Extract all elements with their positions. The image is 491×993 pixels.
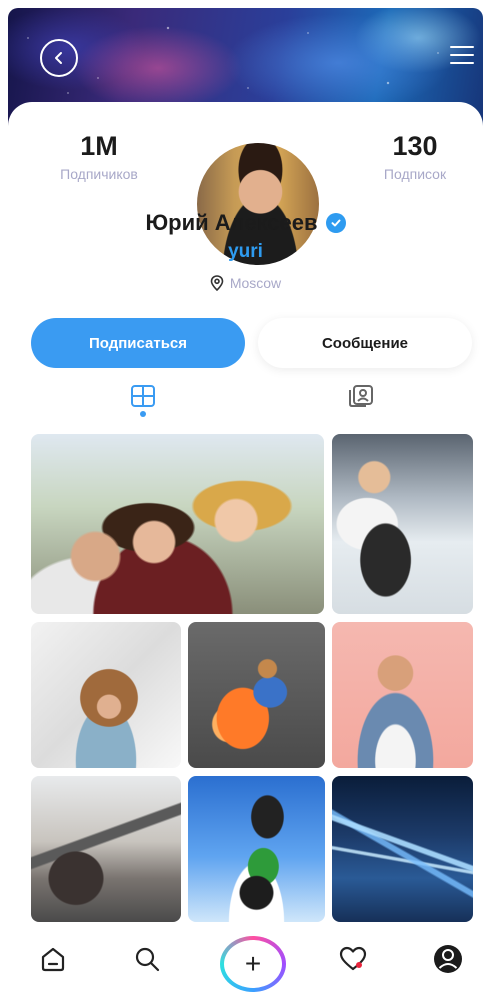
photo-snowboarder[interactable] (332, 434, 473, 614)
menu-icon-line (450, 54, 474, 56)
photo-bike-bridge[interactable] (31, 776, 181, 922)
grid-icon (131, 385, 155, 407)
chevron-left-icon (55, 52, 62, 64)
tab-tagged[interactable] (348, 384, 374, 414)
photo-motocross[interactable] (188, 776, 325, 922)
menu-icon (450, 46, 474, 48)
nav-profile[interactable] (433, 944, 463, 974)
photo-jumping-man[interactable] (188, 622, 325, 768)
followers-label: Подпичиков (60, 166, 138, 182)
message-button[interactable]: Сообщение (258, 318, 472, 368)
active-tab-indicator (140, 411, 146, 417)
profile-username: yuri (228, 241, 263, 262)
add-post-button[interactable]: + (220, 936, 286, 992)
following-count: 130 (392, 131, 438, 161)
photo-city-lights[interactable] (332, 776, 473, 922)
location-row: Moscow (0, 275, 491, 291)
following-label: Подписок (383, 166, 447, 182)
photo-pointing-man[interactable] (332, 622, 473, 768)
location-pin-icon (210, 275, 224, 291)
add-icon: + (224, 940, 282, 988)
followers-count: 1M (80, 131, 118, 161)
photo-group-selfie[interactable] (31, 434, 324, 614)
search-icon (135, 947, 160, 972)
tagged-photos-icon (349, 385, 373, 407)
photo-laughing-woman[interactable] (31, 622, 181, 768)
subscribe-button[interactable]: Подписаться (31, 318, 245, 368)
verified-badge-icon (325, 213, 346, 233)
name-row: Юрий Алексеев (0, 210, 491, 236)
nav-activity[interactable] (338, 944, 368, 974)
following-stat[interactable]: 130 Подписок (355, 130, 475, 182)
nav-home[interactable] (38, 944, 68, 974)
profile-name: Юрий Алексеев (145, 210, 318, 235)
location-text: Moscow (229, 275, 282, 291)
followers-stat[interactable]: 1M Подпичиков (39, 130, 159, 182)
nav-search[interactable] (132, 944, 162, 974)
profile-icon (434, 945, 462, 973)
home-icon (41, 947, 65, 972)
menu-button[interactable] (450, 44, 476, 66)
back-button[interactable] (40, 39, 78, 77)
bottom-nav: + (0, 932, 491, 993)
heart-icon (339, 946, 367, 971)
tab-grid[interactable] (130, 384, 156, 417)
menu-icon-line (450, 62, 474, 64)
